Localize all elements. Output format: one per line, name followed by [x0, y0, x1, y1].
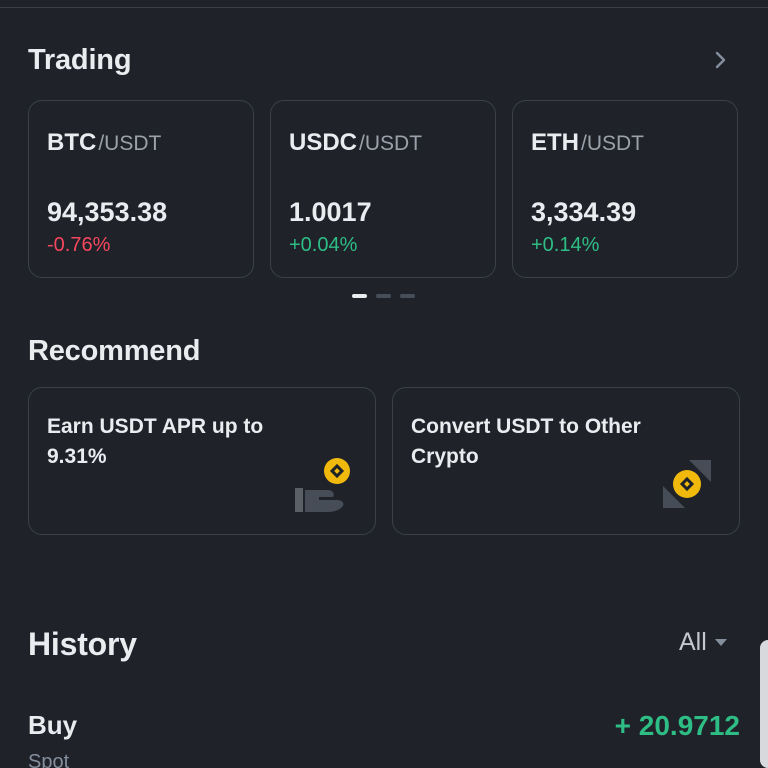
- convert-coin-icon: [659, 456, 715, 517]
- history-filter-dropdown[interactable]: All: [679, 628, 727, 657]
- pair-price: 3,334.39: [531, 197, 637, 227]
- top-divider: [0, 0, 768, 8]
- scrollbar-thumb[interactable]: [760, 640, 768, 768]
- pair-change: +0.14%: [531, 234, 600, 256]
- history-entry-type: Buy: [28, 710, 78, 740]
- trading-card-btc[interactable]: BTC/USDT 94,353.38 -0.76%: [28, 100, 254, 278]
- pair-base: USDC: [289, 129, 358, 156]
- recommend-text: Convert USDT to Other Crypto: [411, 415, 641, 468]
- pair-base: ETH: [531, 129, 579, 156]
- recommend-card-earn[interactable]: Earn USDT APR up to 9.31%: [28, 387, 376, 535]
- recommend-text: Earn USDT APR up to 9.31%: [47, 415, 264, 468]
- history-entry-sub: Spot: [28, 751, 70, 768]
- pair-change: +0.04%: [289, 234, 358, 256]
- trading-title: Trading: [28, 44, 132, 76]
- pair-name: BTC/USDT: [47, 129, 161, 157]
- pair-price: 1.0017: [289, 197, 372, 227]
- trading-card-eth[interactable]: ETH/USDT 3,334.39 +0.14%: [512, 100, 738, 278]
- recommend-card-convert[interactable]: Convert USDT to Other Crypto: [392, 387, 740, 535]
- pager-dot[interactable]: [400, 294, 415, 298]
- pager-dot-active[interactable]: [352, 294, 367, 298]
- carousel-pager[interactable]: [352, 294, 415, 298]
- app-screen: Trading BTC/USDT 94,353.38 -0.76% USDC/U…: [0, 0, 768, 768]
- caret-down-icon: [714, 639, 727, 646]
- pager-dot[interactable]: [376, 294, 391, 298]
- earn-coin-hand-icon: [293, 456, 357, 519]
- pair-base: BTC: [47, 129, 97, 156]
- filter-label: All: [679, 628, 707, 656]
- chevron-right-icon[interactable]: [708, 46, 732, 74]
- pair-quote: /USDT: [359, 132, 423, 155]
- recommend-title: Recommend: [28, 335, 201, 367]
- pair-change: -0.76%: [47, 234, 111, 256]
- pair-quote: /USDT: [581, 132, 644, 155]
- trading-card-usdc[interactable]: USDC/USDT 1.0017 +0.04%: [270, 100, 496, 278]
- pair-price: 94,353.38: [47, 197, 168, 227]
- pair-quote: /USDT: [98, 132, 162, 155]
- pair-name: USDC/USDT: [289, 129, 422, 157]
- pair-name: ETH/USDT: [531, 129, 644, 157]
- history-entry-amount: + 20.9712: [614, 710, 740, 741]
- history-title: History: [28, 626, 137, 662]
